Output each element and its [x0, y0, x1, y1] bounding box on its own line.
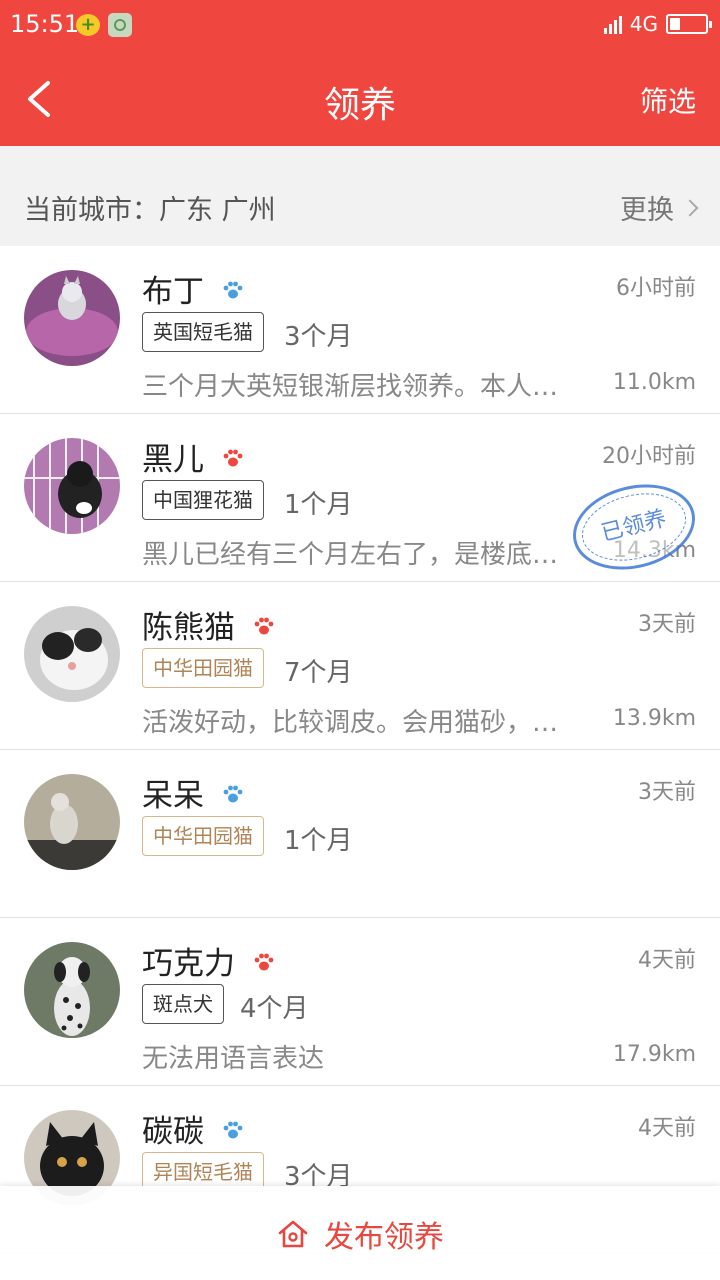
pet-name-text: 碳碳 — [142, 1114, 204, 1150]
pet-avatar — [24, 942, 120, 1038]
publish-adoption-button[interactable]: 发布领养 — [0, 1212, 720, 1256]
network-type: 4G — [629, 12, 658, 36]
current-city-label: 当前城市：广东 广州 — [24, 195, 276, 226]
pet-name: 呆呆 — [142, 770, 244, 815]
breed-tag: 中华田园猫 — [142, 648, 264, 688]
status-indicators: 4G — [603, 12, 712, 36]
bottom-action-bar: 发布领养 — [0, 1186, 720, 1280]
distance: 17.9km — [612, 1042, 696, 1067]
list-item[interactable]: 陈熊猫 3天前 中华田园猫 7个月 活泼好动，比较调皮。会用猫砂，… 13.9k… — [0, 582, 720, 750]
pet-name: 黑儿 — [142, 434, 244, 479]
pet-name: 巧克力 — [142, 938, 275, 983]
post-time: 4天前 — [638, 948, 696, 973]
pet-description: 黑儿已经有三个月左右了，是楼底… — [142, 540, 559, 570]
breed-tag: 中国狸花猫 — [142, 480, 264, 520]
filter-button[interactable]: 筛选 — [640, 80, 696, 120]
home-icon — [278, 1220, 308, 1248]
pet-avatar — [24, 270, 120, 366]
breed-tag: 斑点犬 — [142, 984, 224, 1024]
pet-age: 7个月 — [284, 658, 353, 688]
status-time: 15:51 — [10, 10, 80, 38]
list-item[interactable]: 呆呆 3天前 中华田园猫 1个月 — [0, 750, 720, 918]
paw-icon — [254, 953, 274, 970]
change-city-button[interactable]: 更换 — [620, 188, 699, 227]
app-notification-icon: + — [76, 14, 100, 36]
list-item[interactable]: 布丁 6小时前 英国短毛猫 3个月 三个月大英短银渐层找领养。本人… 11.0k… — [0, 246, 720, 414]
distance: 13.9km — [612, 706, 696, 731]
city-bar: 当前城市：广东 广州 更换 — [0, 146, 720, 246]
publish-adoption-label: 发布领养 — [324, 1220, 444, 1255]
pet-avatar — [24, 774, 120, 870]
page-title: 领养 — [323, 85, 396, 126]
pet-age: 3个月 — [284, 322, 353, 352]
pet-description: 活泼好动，比较调皮。会用猫砂，… — [142, 708, 559, 738]
list-item[interactable]: 巧克力 4天前 斑点犬 4个月 无法用语言表达 17.9km — [0, 918, 720, 1086]
list-item[interactable]: 黑儿 20小时前 中国狸花猫 1个月 黑儿已经有三个月左右了，是楼底… 14.3… — [0, 414, 720, 582]
pet-name: 碳碳 — [142, 1106, 244, 1151]
post-time: 3天前 — [638, 612, 696, 637]
pet-avatar — [24, 438, 120, 534]
paw-icon — [223, 281, 243, 298]
adoption-list: 布丁 6小时前 英国短毛猫 3个月 三个月大英短银渐层找领养。本人… 11.0k… — [0, 246, 720, 1254]
breed-tag: 英国短毛猫 — [142, 312, 264, 352]
change-city-label: 更换 — [620, 195, 674, 226]
adopted-stamp: 已领养 — [563, 472, 705, 582]
post-time: 4天前 — [638, 1116, 696, 1141]
breed-tag: 中华田园猫 — [142, 816, 264, 856]
pet-description: 三个月大英短银渐层找领养。本人… — [142, 372, 559, 402]
post-time: 3天前 — [638, 780, 696, 805]
app-notification-icon-2 — [108, 13, 132, 37]
pet-description: 无法用语言表达 — [142, 1044, 325, 1074]
pet-name: 布丁 — [142, 266, 244, 311]
pet-name-text: 巧克力 — [142, 946, 235, 982]
top-navigation-bar: 领养 筛选 — [0, 52, 720, 146]
pet-name-text: 黑儿 — [142, 442, 204, 478]
pet-name-text: 布丁 — [142, 274, 204, 310]
chevron-right-icon — [681, 199, 699, 216]
pet-name-text: 陈熊猫 — [142, 610, 235, 646]
post-time: 6小时前 — [616, 276, 696, 301]
pet-age: 1个月 — [284, 490, 353, 520]
battery-icon — [666, 14, 712, 34]
pet-avatar — [24, 606, 120, 702]
post-time: 20小时前 — [602, 444, 696, 469]
signal-icon — [603, 14, 622, 34]
paw-icon — [254, 617, 274, 634]
distance: 11.0km — [612, 370, 696, 395]
pet-age: 1个月 — [284, 826, 353, 856]
pet-name-text: 呆呆 — [142, 778, 204, 814]
status-bar: 15:51 + 4G — [0, 0, 720, 52]
pet-name: 陈熊猫 — [142, 602, 275, 647]
pet-age: 4个月 — [240, 994, 309, 1024]
paw-icon — [223, 1121, 243, 1138]
paw-icon — [223, 449, 243, 466]
paw-icon — [223, 785, 243, 802]
